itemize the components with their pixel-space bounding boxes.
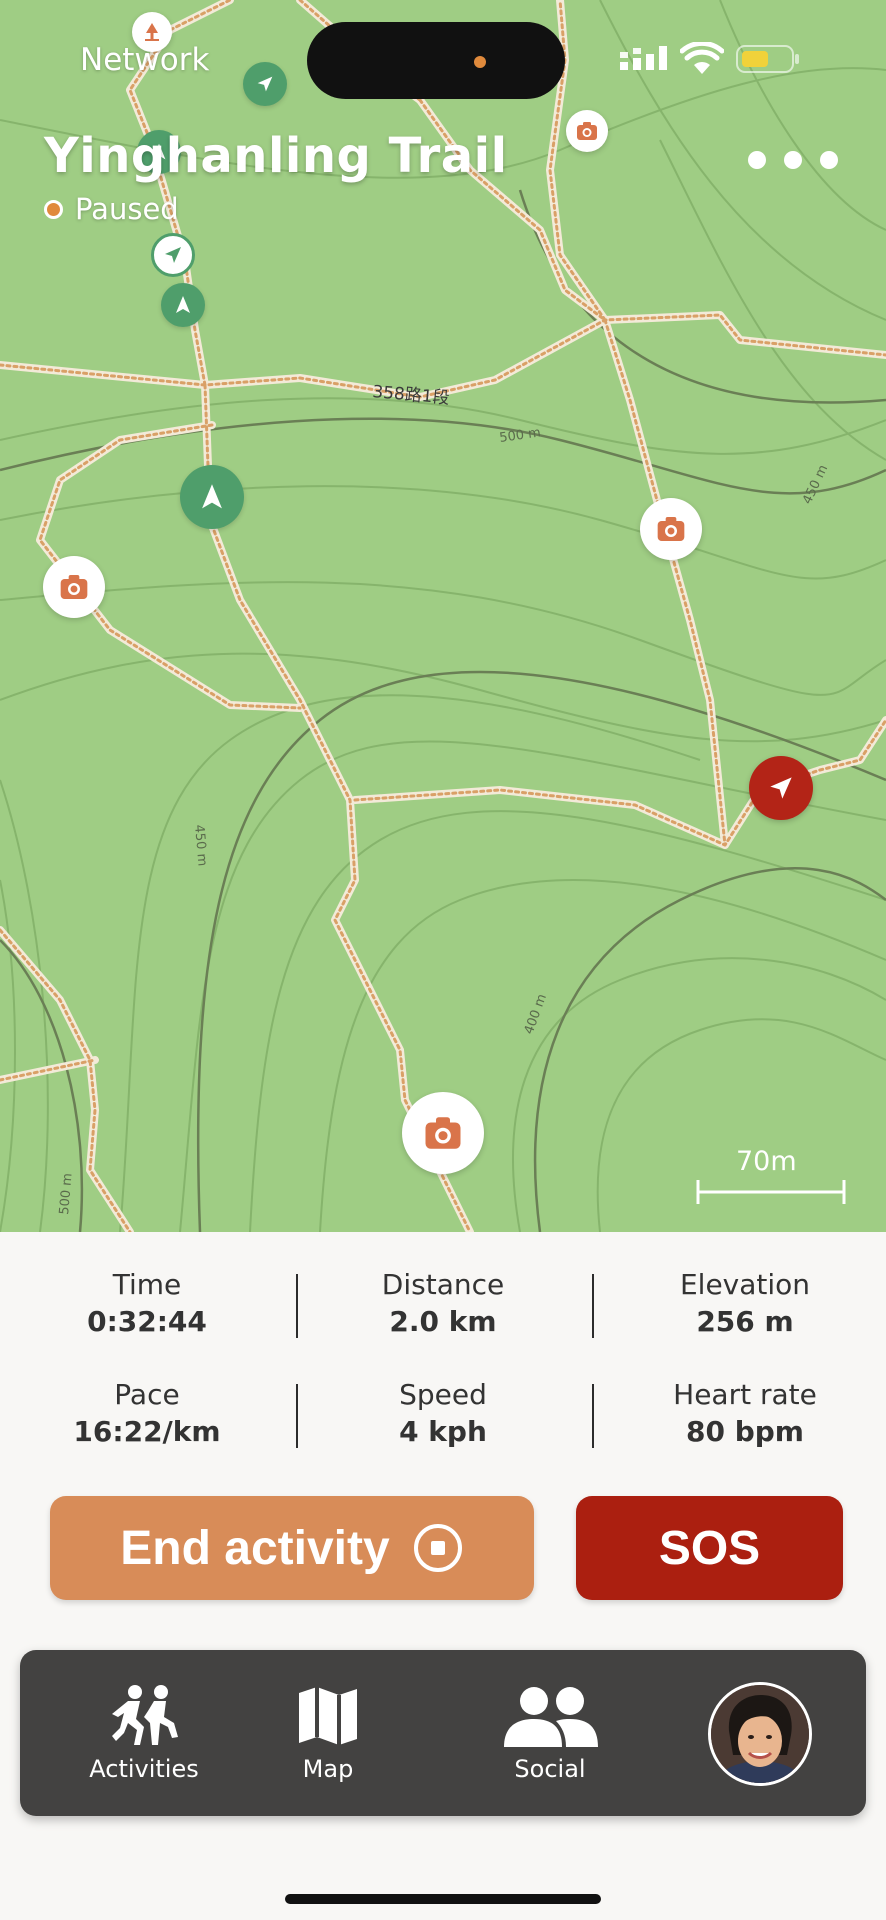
navigation-arrow-icon: [202, 484, 222, 509]
map-scale-bar: [696, 1180, 846, 1204]
stat-label: Speed: [399, 1378, 487, 1411]
stat-label: Elevation: [679, 1268, 811, 1301]
status-network-label: Network: [80, 42, 210, 78]
stat-speed: Speed 4 kph: [313, 1378, 573, 1448]
trail-base: [0, 0, 886, 1232]
navigation-arrow-icon: [165, 247, 181, 263]
stat-label: Time: [112, 1268, 182, 1301]
map-canvas: 358路1段 500 m 450 m 450 m 400 m 500 m: [0, 0, 886, 1232]
divider: [296, 1384, 298, 1448]
tree-icon: [145, 23, 159, 41]
home-indicator[interactable]: [285, 1894, 601, 1904]
wifi-icon: [680, 42, 724, 74]
stat-elevation: Elevation 256 m: [615, 1268, 875, 1338]
navigation-arrow-icon: [176, 296, 190, 313]
activity-stats: Time 0:32:44 Distance 2.0 km Elevation 2…: [0, 1232, 886, 1492]
status-dot-icon: [44, 199, 63, 219]
activity-status-label: Paused: [75, 192, 179, 226]
major-contours: [0, 189, 886, 1232]
map-view[interactable]: 358路1段 500 m 450 m 450 m 400 m 500 m Net…: [0, 0, 886, 1232]
map-icon: [299, 1687, 357, 1745]
tab-label: Social: [514, 1755, 586, 1783]
stat-label: Distance: [381, 1268, 505, 1301]
camera-icon: [657, 517, 685, 541]
signal-bars-icon: [620, 46, 667, 70]
contour-label: 400 m: [522, 992, 550, 1036]
tab-social[interactable]: Social: [460, 1650, 640, 1816]
stat-time: Time 0:32:44: [17, 1268, 277, 1338]
camera-icon: [60, 575, 88, 599]
camera-icon: [425, 1117, 461, 1149]
stat-value: 2.0 km: [389, 1305, 497, 1338]
battery-icon: [736, 45, 799, 73]
photo-marker[interactable]: [402, 1092, 484, 1174]
more-dots-icon: [748, 151, 766, 169]
privacy-indicator: [474, 56, 486, 68]
stat-value: 80 bpm: [686, 1415, 804, 1448]
divider: [592, 1384, 594, 1448]
navigation-arrow-icon: [257, 76, 273, 92]
stat-value: 256 m: [696, 1305, 794, 1338]
stat-label: Pace: [114, 1378, 180, 1411]
activity-status: Paused: [44, 192, 179, 226]
social-icon: [504, 1687, 598, 1747]
stat-pace: Pace 16:22/km: [17, 1378, 277, 1448]
stat-value: 0:32:44: [87, 1305, 207, 1338]
photo-marker[interactable]: [43, 556, 105, 618]
end-activity-label: End activity: [120, 1521, 390, 1575]
tab-label: Activities: [89, 1755, 199, 1783]
stat-distance: Distance 2.0 km: [313, 1268, 573, 1338]
contour-lines: [0, 0, 886, 1232]
divider: [592, 1274, 594, 1338]
user-location-marker[interactable]: [243, 62, 287, 106]
sos-button[interactable]: SOS: [576, 1496, 843, 1600]
contour-label: 450 m: [800, 463, 831, 507]
road-label: 358路1段: [372, 382, 451, 409]
avatar-image: [711, 1685, 809, 1783]
tab-map[interactable]: Map: [248, 1650, 408, 1816]
stat-label: Heart rate: [673, 1378, 817, 1411]
tab-bar: Activities Map Social: [20, 1650, 866, 1816]
sos-label: SOS: [658, 1521, 761, 1575]
photo-marker[interactable]: [566, 110, 608, 152]
trail-dashes: [0, 0, 886, 1232]
camera-icon: [577, 122, 597, 140]
activities-icon: [112, 1685, 178, 1745]
stat-value: 4 kph: [399, 1415, 487, 1448]
contour-label: 450 m: [191, 824, 210, 867]
dynamic-island: [307, 22, 565, 99]
more-options-button[interactable]: [748, 140, 838, 180]
end-activity-button[interactable]: End activity: [50, 1496, 534, 1600]
stat-heart-rate: Heart rate 80 bpm: [615, 1378, 875, 1448]
map-scale-label: 70m: [736, 1146, 797, 1177]
user-location-marker[interactable]: [151, 233, 195, 277]
stop-circle-icon: [413, 1524, 462, 1572]
profile-avatar[interactable]: [708, 1682, 812, 1786]
divider: [296, 1274, 298, 1338]
tab-label: Map: [302, 1755, 354, 1783]
photo-marker[interactable]: [640, 498, 702, 560]
page-title: Yinghanling Trail: [44, 128, 508, 184]
tab-activities[interactable]: Activities: [56, 1650, 232, 1816]
navigation-arrow-icon: [770, 777, 792, 799]
stat-value: 16:22/km: [73, 1415, 221, 1448]
user-location-marker[interactable]: [180, 465, 244, 529]
contour-label: 500 m: [57, 1173, 76, 1216]
current-location-marker[interactable]: [749, 756, 813, 820]
user-location-marker[interactable]: [161, 283, 205, 327]
